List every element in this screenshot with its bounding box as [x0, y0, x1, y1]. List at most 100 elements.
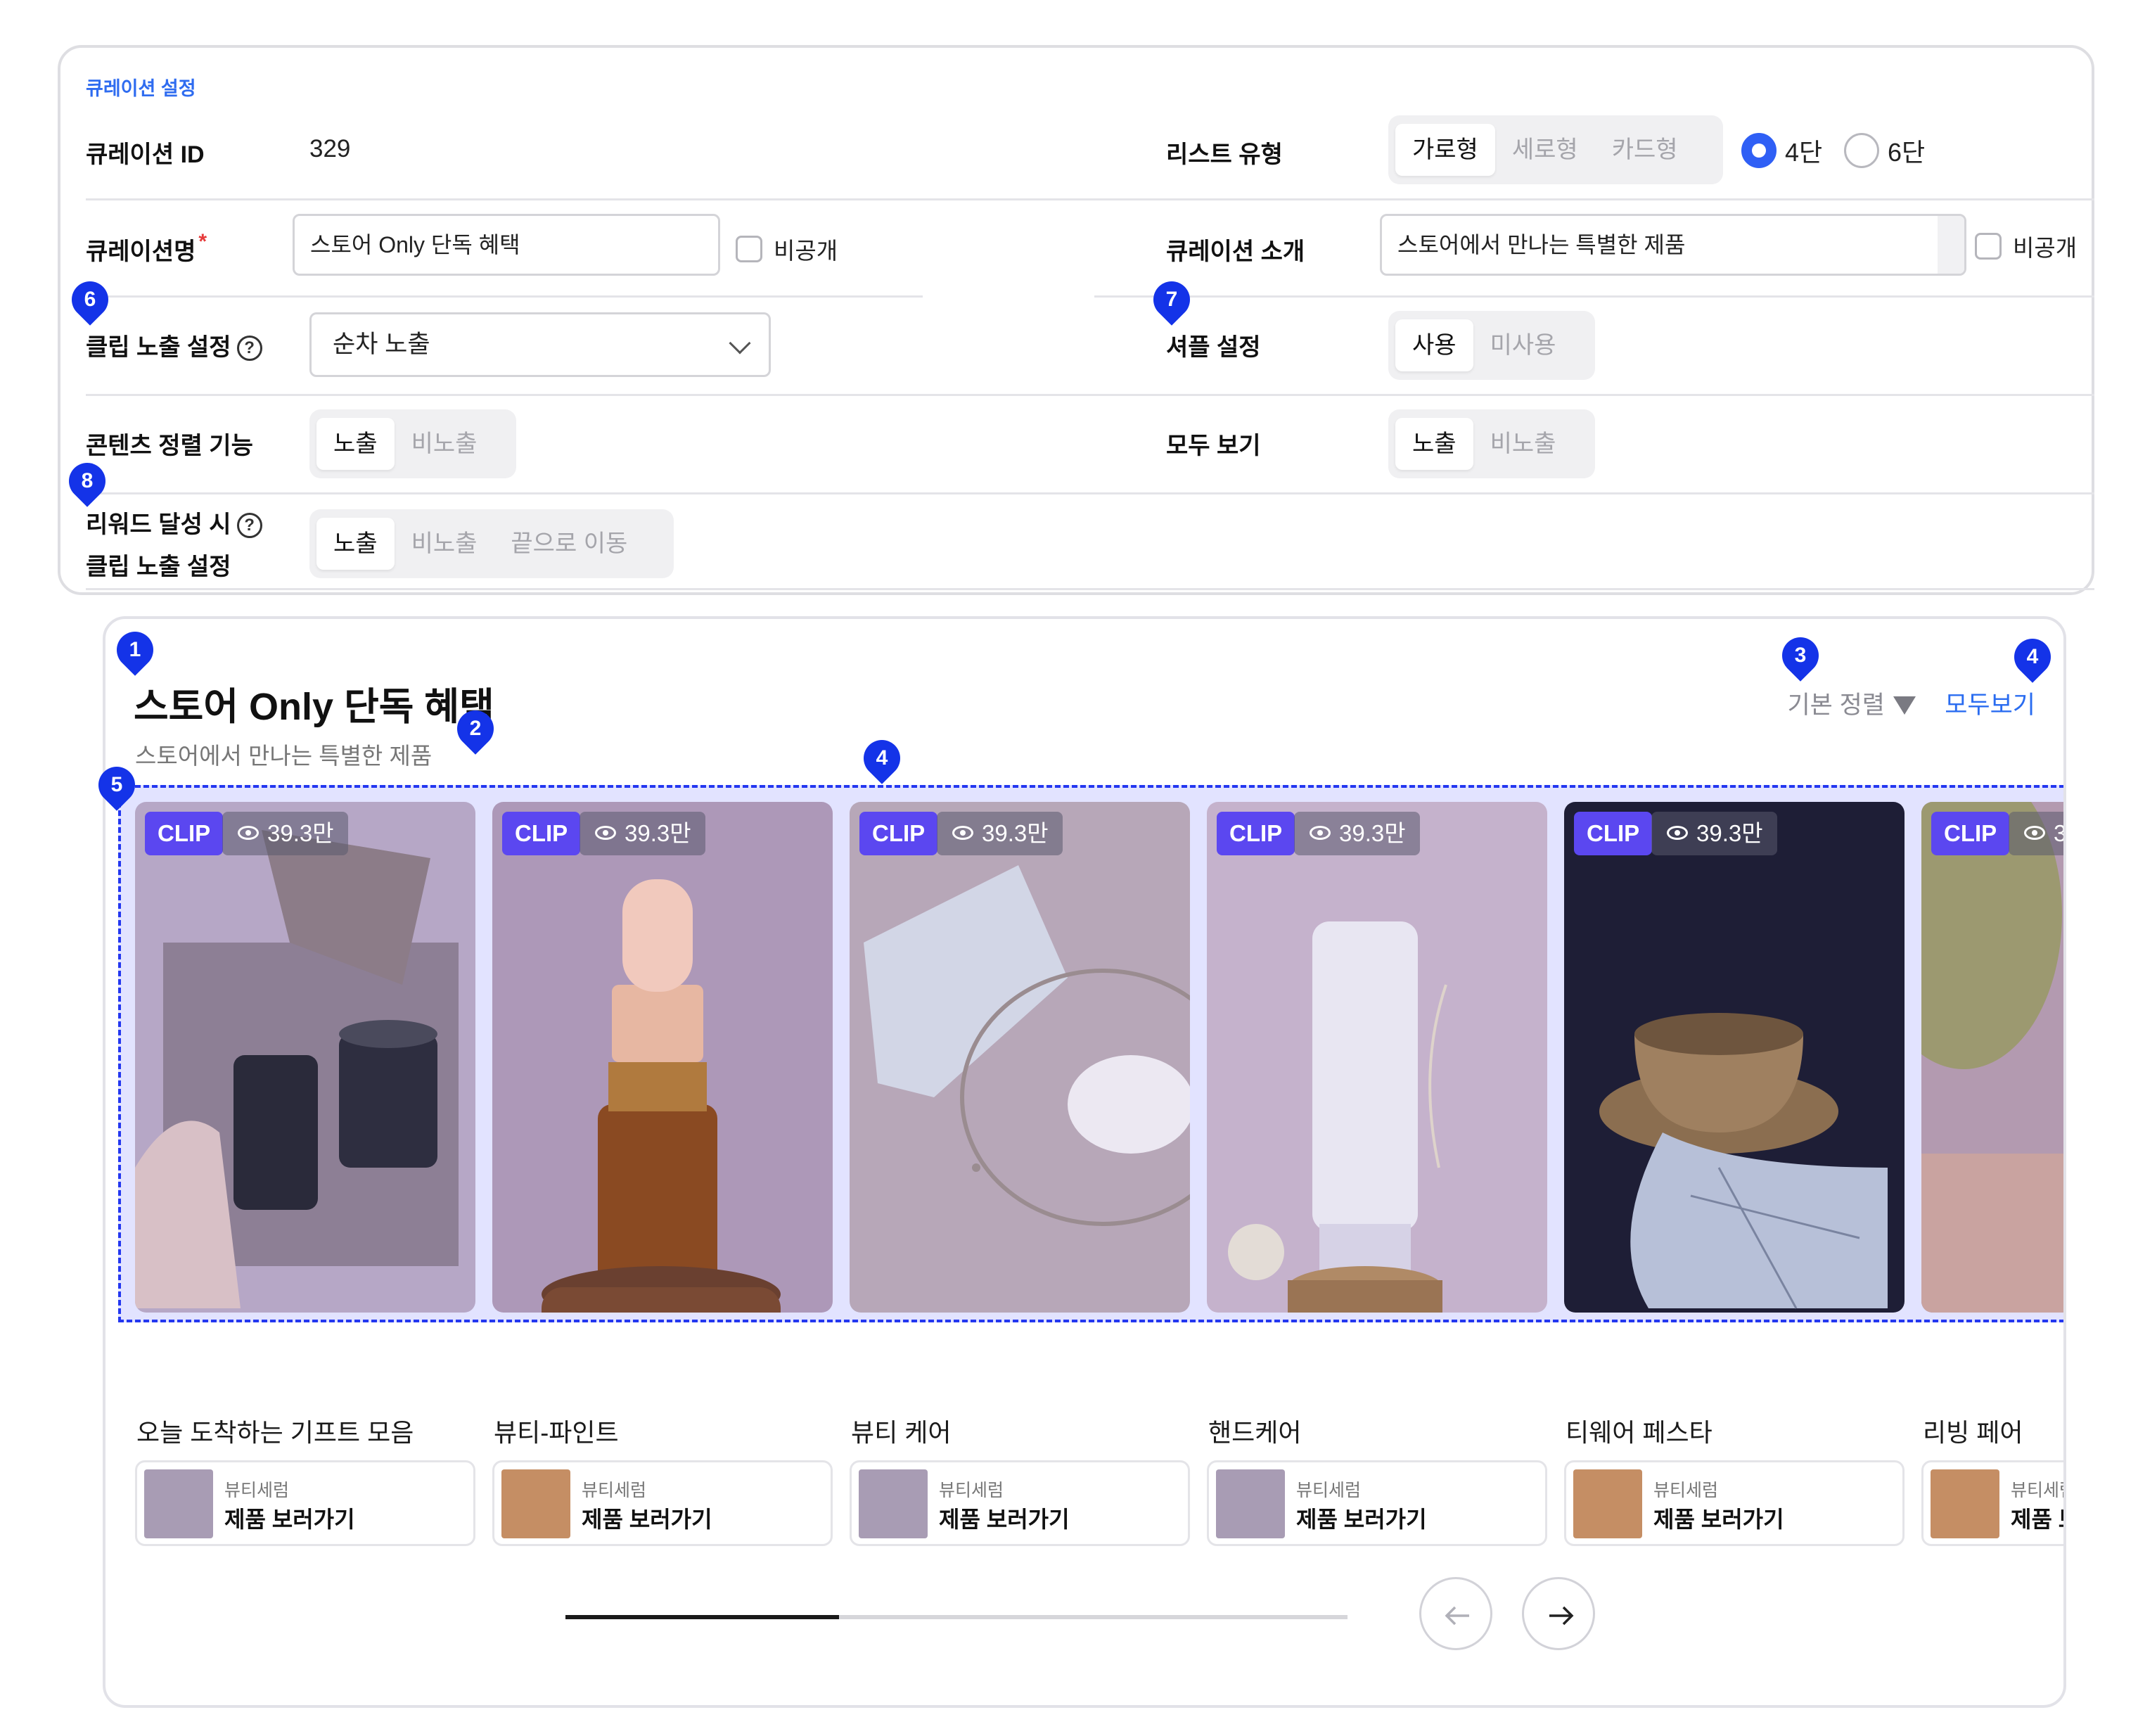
annotation-pin-8: 8 — [61, 455, 113, 507]
product-brand: 뷰티세럼 — [582, 1481, 647, 1500]
clip-thumbnail[interactable]: CLIP 39.3만 — [135, 802, 475, 1313]
product-link[interactable]: 뷰티세럼제품 보러가기 — [1921, 1460, 2063, 1546]
curation-preview: 스토어 Only 단독 혜택 스토어에서 만나는 특별한 제품 기본 정렬 모두… — [103, 616, 2066, 1708]
column-4-radio[interactable]: 4단 — [1741, 132, 1822, 169]
product-brand: 뷰티세럼 — [939, 1481, 1004, 1500]
divider — [1094, 295, 2094, 298]
view-count-badge: 39.3만 — [1651, 812, 1777, 855]
column-6-radio[interactable]: 6단 — [1844, 132, 1925, 169]
view-count-badge: 39.3만 — [580, 812, 705, 855]
annotation-pin-6: 6 — [64, 274, 116, 326]
name-private-label: 비공개 — [774, 238, 838, 264]
product-thumbnail — [144, 1469, 213, 1538]
list-type-segmented: 가로형 세로형 카드형 — [1388, 115, 1723, 184]
product-photo — [864, 865, 1190, 1226]
arrow-left-icon — [1445, 1606, 1469, 1626]
product-photo — [1921, 802, 2063, 1313]
eye-icon — [1667, 826, 1688, 840]
product-link[interactable]: 뷰티세럼제품 보러가기 — [850, 1460, 1190, 1546]
product-thumbnail — [1573, 1469, 1642, 1538]
preview-title: 스토어 Only 단독 혜택 — [134, 686, 494, 728]
view-count: 39.3만 — [625, 820, 691, 846]
clip-thumbnail[interactable]: CLIP 39.3만 — [1564, 802, 1905, 1313]
list-type-horizontal[interactable]: 가로형 — [1395, 124, 1495, 176]
view-all-link[interactable]: 모두보기 — [1945, 685, 2035, 721]
view-count-badge: 39.3만 — [2009, 812, 2066, 855]
clip-title: 티웨어 페스타 — [1566, 1418, 1713, 1447]
sort-dropdown[interactable]: 기본 정렬 — [1787, 685, 1916, 721]
content-sort-show[interactable]: 노출 — [316, 418, 395, 470]
eye-icon — [1310, 826, 1331, 840]
help-icon[interactable]: ? — [236, 513, 262, 538]
reward-label-line2: 클립 노출 설정 — [86, 554, 231, 580]
curation-name-input[interactable]: 스토어 Only 단독 혜택 — [293, 214, 720, 276]
divider — [86, 295, 923, 298]
curation-id-value: 329 — [309, 135, 351, 162]
column-4-label: 4단 — [1785, 138, 1823, 167]
product-thumbnail — [1931, 1469, 1999, 1538]
reward-hide[interactable]: 비노출 — [395, 518, 494, 570]
help-icon[interactable]: ? — [236, 336, 262, 361]
product-link[interactable]: 뷰티세럼제품 보러가기 — [135, 1460, 475, 1546]
arrow-right-icon — [1549, 1606, 1574, 1626]
radio-unchecked-icon — [1844, 133, 1879, 168]
view-all-hide[interactable]: 비노출 — [1473, 418, 1573, 470]
clip-thumbnail[interactable]: CLIP 39.3만 — [850, 802, 1190, 1313]
view-all-show[interactable]: 노출 — [1395, 418, 1473, 470]
chevron-down-icon — [729, 332, 751, 355]
pin-number: 2 — [469, 717, 482, 740]
product-link[interactable]: 뷰티세럼제품 보러가기 — [492, 1460, 833, 1546]
checkbox-icon — [1975, 233, 2002, 260]
product-photo — [135, 830, 459, 1308]
view-count-badge: 39.3만 — [1294, 812, 1420, 855]
pin-number: 1 — [129, 638, 141, 661]
content-sort-hide[interactable]: 비노출 — [395, 418, 494, 470]
intro-private-checkbox[interactable]: 비공개 — [1975, 229, 2077, 263]
product-link[interactable]: 뷰티세럼제품 보러가기 — [1207, 1460, 1547, 1546]
name-private-checkbox[interactable]: 비공개 — [736, 232, 838, 266]
product-photo — [1228, 921, 1447, 1313]
list-type-card[interactable]: 카드형 — [1595, 124, 1695, 176]
product-link[interactable]: 뷰티세럼제품 보러가기 — [1564, 1460, 1905, 1546]
next-button[interactable] — [1522, 1577, 1595, 1650]
pin-number: 4 — [2026, 645, 2039, 668]
clip-thumbnail[interactable]: CLIP 39.3만 — [1207, 802, 1547, 1313]
prev-button[interactable] — [1419, 1577, 1492, 1650]
content-sort-label: 콘텐츠 정렬 기능 — [86, 433, 253, 459]
annotation-pin-4-view-all: 4 — [2006, 631, 2059, 683]
product-photo — [542, 879, 781, 1313]
divider — [86, 492, 2094, 494]
list-type-vertical[interactable]: 세로형 — [1495, 124, 1595, 176]
clip-badge: CLIP — [859, 812, 938, 855]
clip-thumbnail[interactable]: CLIP 39.3만 — [1921, 802, 2066, 1313]
view-count-badge: 39.3만 — [937, 812, 1063, 855]
product-brand: 뷰티세럼 — [1296, 1481, 1362, 1500]
view-count: 39.3만 — [2054, 820, 2066, 846]
reward-move-end[interactable]: 끝으로 이동 — [494, 518, 644, 570]
sort-label: 기본 정렬 — [1787, 691, 1885, 719]
divider — [86, 198, 2094, 200]
clip-badge: CLIP — [502, 812, 581, 855]
list-type-label: 리스트 유형 — [1166, 141, 1283, 168]
clip-exposure-select[interactable]: 순차 노출 — [309, 312, 771, 377]
shuffle-unused[interactable]: 미사용 — [1473, 319, 1573, 371]
product-brand: 뷰티세럼 — [2011, 1481, 2063, 1500]
curation-id-label: 큐레이션 ID — [86, 141, 205, 168]
checkbox-icon — [736, 236, 762, 262]
shuffle-use[interactable]: 사용 — [1395, 319, 1473, 371]
product-cta: 제품 보러가기 — [1653, 1507, 1784, 1532]
pin-number: 7 — [1165, 288, 1178, 311]
view-count: 39.3만 — [1696, 820, 1763, 846]
product-cta: 제품 보러가기 — [582, 1507, 712, 1532]
annotation-pin-2: 2 — [449, 703, 501, 755]
curation-intro-input[interactable]: 스토어에서 만나는 특별한 제품 — [1380, 214, 1966, 276]
scroll-progress[interactable] — [565, 1615, 1348, 1619]
annotation-pin-7: 7 — [1146, 274, 1198, 326]
clip-title: 뷰티 케어 — [851, 1418, 952, 1447]
curation-intro-label: 큐레이션 소개 — [1166, 238, 1305, 265]
reward-show[interactable]: 노출 — [316, 518, 395, 570]
preview-subtitle: 스토어에서 만나는 특별한 제품 — [135, 743, 433, 769]
content-sort-segmented: 노출 비노출 — [309, 409, 516, 478]
shuffle-label: 셔플 설정 — [1166, 334, 1261, 361]
clip-thumbnail[interactable]: CLIP 39.3만 — [492, 802, 833, 1313]
